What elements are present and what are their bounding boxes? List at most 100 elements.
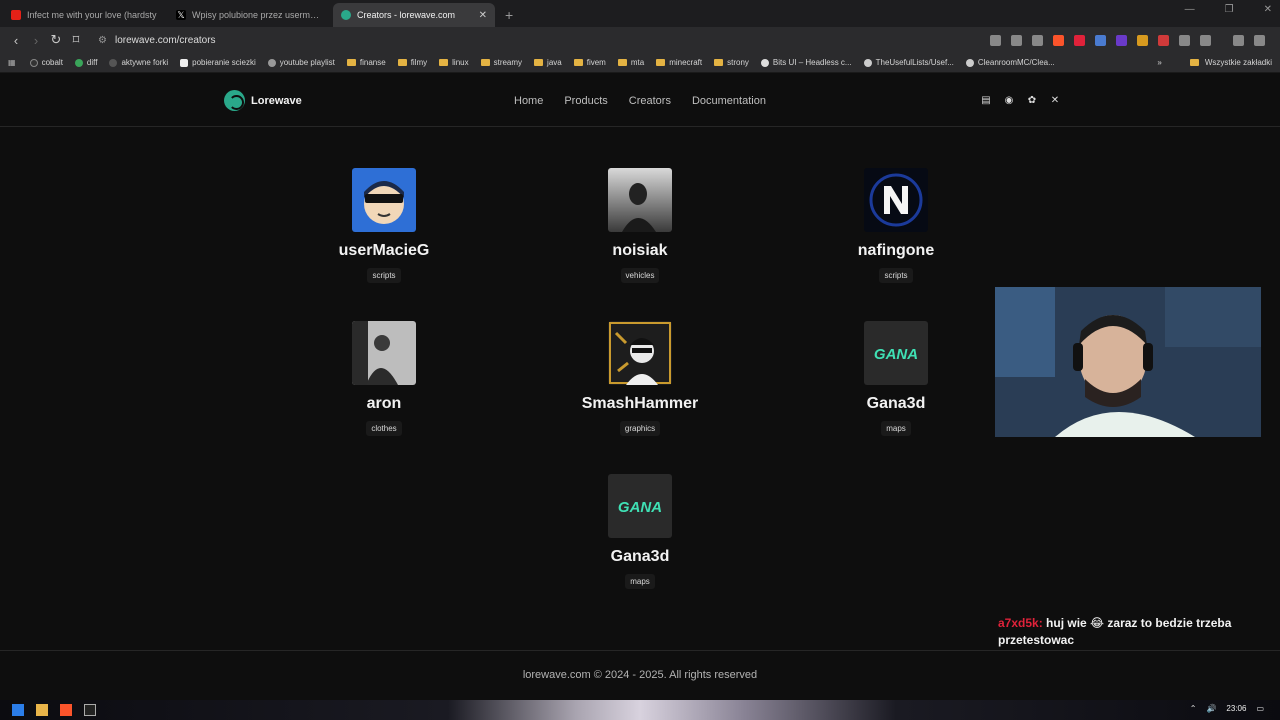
puzzle-icon[interactable] — [1179, 34, 1190, 46]
minimize-icon[interactable]: — — [1185, 4, 1195, 15]
restore-icon[interactable]: ❐ — [1225, 4, 1234, 15]
bookmark-item[interactable]: diff — [74, 58, 98, 67]
forward-icon[interactable]: › — [26, 33, 46, 48]
menu-icon[interactable] — [1254, 34, 1265, 46]
playlist-icon[interactable] — [1233, 34, 1244, 46]
creator-avatar: GANA — [864, 321, 928, 385]
tab-youtube[interactable]: Infect me with your love (hardsty — [3, 3, 165, 27]
folder-icon — [1189, 59, 1199, 66]
creator-card[interactable]: SmashHammer graphics — [512, 321, 768, 436]
screen-icon[interactable] — [990, 34, 1001, 46]
close-window-icon[interactable]: ✕ — [1264, 4, 1272, 15]
server-icon[interactable]: ▤ — [981, 95, 991, 106]
bookmark-folder[interactable]: fivem — [573, 58, 606, 67]
photo-avatar-icon — [608, 168, 672, 232]
github-icon — [965, 58, 974, 67]
bookmark-item[interactable]: Bits UI – Headless c... — [760, 58, 852, 67]
new-tab-button[interactable]: + — [495, 7, 523, 27]
clock[interactable]: 23:06 — [1226, 704, 1246, 713]
tab-x[interactable]: 𝕏 Wpisy polubione przez usermacieg ( — [168, 3, 330, 27]
chevron-up-icon[interactable]: ⌃ — [1190, 704, 1197, 713]
tab-creators[interactable]: Creators - lorewave.com ✕ — [333, 3, 495, 27]
creator-tag: scripts — [879, 268, 913, 283]
extension-icon[interactable] — [1116, 34, 1127, 46]
gana-logo-avatar-icon: GANA — [608, 474, 672, 538]
download-icon — [180, 58, 189, 67]
volume-icon[interactable]: 🔊 — [1206, 704, 1216, 713]
nav-home[interactable]: Home — [514, 95, 543, 107]
creator-card[interactable]: GANA Gana3d maps — [768, 321, 1024, 436]
bookmark-label: minecraft — [669, 58, 703, 67]
all-bookmarks-link[interactable]: Wszystkie zakładki — [1205, 58, 1272, 67]
file-explorer-icon[interactable] — [36, 704, 48, 716]
tebex-icon[interactable]: ✿ — [1027, 95, 1037, 106]
bookmark-item[interactable]: pobieranie sciezki — [180, 58, 256, 67]
creator-card[interactable]: aron clothes — [256, 321, 512, 436]
bookmark-folder[interactable]: linux — [439, 58, 469, 67]
discord-icon[interactable]: ◉ — [1004, 95, 1014, 106]
bookmark-folder[interactable]: minecraft — [656, 58, 702, 67]
bookmark-item[interactable]: youtube playlist — [267, 58, 335, 67]
cartoon-avatar-icon — [352, 168, 416, 232]
extension-icon[interactable] — [1095, 34, 1106, 46]
os-taskbar: ⌃ 🔊 23:06 ▭ — [0, 700, 1280, 720]
bookmark-folder[interactable]: streamy — [480, 58, 522, 67]
url-field[interactable]: ⚙ lorewave.com/creators — [92, 30, 976, 50]
chat-username: a7xd5k: — [998, 616, 1043, 630]
brave-icon[interactable] — [60, 704, 72, 716]
translate-icon[interactable] — [1011, 34, 1022, 46]
reload-icon[interactable]: ↻ — [46, 32, 66, 48]
social-links: ▤ ◉ ✿ ✕ — [981, 95, 1060, 106]
bookmark-folder[interactable]: finanse — [346, 58, 386, 67]
bookmark-label: cobalt — [41, 58, 63, 67]
chevron-right-icon[interactable]: » — [1157, 58, 1161, 67]
x-icon[interactable]: ✕ — [1050, 95, 1060, 106]
bookmark-folder[interactable]: filmy — [397, 58, 427, 67]
bookmark-icon[interactable]: ⌑ — [66, 32, 86, 48]
extension-icon[interactable] — [1158, 34, 1169, 46]
nav-creators[interactable]: Creators — [629, 95, 671, 107]
bookmark-item[interactable]: cobalt — [29, 58, 63, 67]
notification-icon[interactable]: ▭ — [1256, 704, 1264, 713]
creators-grid: userMacieG scripts noisiak vehicles nafi… — [256, 168, 1024, 589]
windows-start-icon[interactable] — [12, 704, 24, 716]
extension-icon[interactable] — [1074, 34, 1085, 46]
extension-icon[interactable] — [1137, 34, 1148, 46]
back-icon[interactable]: ‹ — [6, 33, 26, 48]
bookmark-folder[interactable]: mta — [617, 58, 644, 67]
creator-card[interactable]: userMacieG scripts — [256, 168, 512, 283]
system-tray: ⌃ 🔊 23:06 ▭ — [1190, 704, 1264, 713]
brand-logo[interactable]: Lorewave — [224, 90, 302, 111]
bookmark-label: aktywne forki — [121, 58, 169, 67]
tab-title: Wpisy polubione przez usermacieg ( — [192, 10, 322, 20]
sidebar-icon[interactable] — [1200, 34, 1211, 46]
creator-avatar — [352, 168, 416, 232]
bookmark-item[interactable]: CleanroomMC/Clea... — [965, 58, 1055, 67]
site-info-icon[interactable]: ⚙ — [98, 35, 107, 46]
share-icon[interactable] — [1032, 34, 1043, 46]
creator-avatar — [608, 168, 672, 232]
creator-name: SmashHammer — [581, 395, 699, 412]
bookmark-folder[interactable]: java — [534, 58, 562, 67]
terminal-icon[interactable] — [84, 704, 96, 716]
close-tab-icon[interactable]: ✕ — [479, 10, 487, 21]
bookmark-label: java — [547, 58, 562, 67]
apps-grid-icon[interactable]: ▦ — [8, 58, 16, 67]
creator-card[interactable]: nafingone scripts — [768, 168, 1024, 283]
brave-shield-icon[interactable] — [1053, 34, 1064, 46]
bookmark-folder[interactable]: strony — [714, 58, 749, 67]
fork-icon — [109, 58, 118, 67]
nav-products[interactable]: Products — [564, 95, 607, 107]
bookmark-item[interactable]: TheUsefulLists/Usef... — [863, 58, 954, 67]
creator-card[interactable]: noisiak vehicles — [512, 168, 768, 283]
folder-icon — [397, 59, 407, 66]
tab-title: Infect me with your love (hardsty — [27, 10, 157, 20]
nav-documentation[interactable]: Documentation — [692, 95, 766, 107]
bookmark-label: diff — [86, 58, 98, 67]
creator-card[interactable]: GANA Gana3d maps — [512, 474, 768, 589]
tab-bar: Infect me with your love (hardsty 𝕏 Wpis… — [0, 0, 1280, 27]
site-footer: lorewave.com © 2024 - 2025. All rights r… — [0, 650, 1280, 700]
diff-icon — [74, 58, 83, 67]
bookmark-item[interactable]: aktywne forki — [109, 58, 168, 67]
lorewave-logo-icon — [224, 90, 245, 111]
